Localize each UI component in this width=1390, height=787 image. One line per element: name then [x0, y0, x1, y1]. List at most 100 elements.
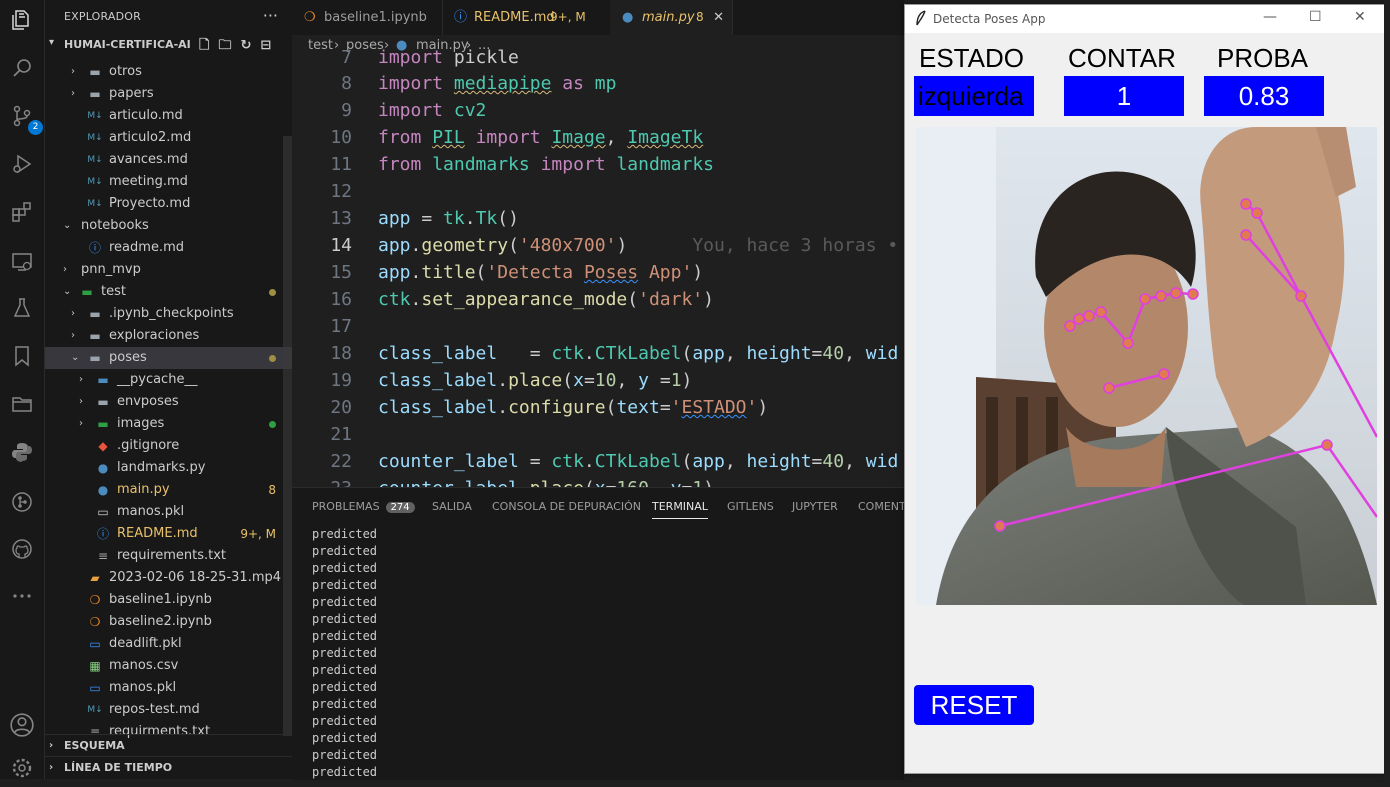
github-icon[interactable] — [8, 537, 36, 565]
tree-file[interactable]: M↓ Proyecto.md — [45, 193, 292, 215]
file-icon: ▭ — [89, 637, 101, 651]
window-titlebar[interactable]: Detecta Poses App — ☐ ✕ — [905, 5, 1385, 33]
folder-icon[interactable] — [8, 392, 36, 420]
tab-readme[interactable]: ⓘ README.md 9+, M — [442, 0, 611, 35]
tab-terminal[interactable]: TERMINAL — [652, 500, 708, 519]
extensions-icon[interactable] — [8, 200, 36, 228]
tree-file[interactable]: ▭ manos.pkl — [45, 501, 292, 523]
python-folder-icon: ▬ — [97, 373, 109, 387]
video-file-icon: ▰ — [90, 571, 100, 585]
contar-header: CONTAR — [1068, 43, 1176, 73]
code-editor[interactable]: 7 import pickle 8 import mediapipe as mp 9… — [292, 47, 904, 487]
remote-explorer-icon[interactable] — [8, 250, 36, 278]
tree-file[interactable]: ❍ baseline1.ipynb — [45, 589, 292, 611]
tree-file[interactable]: M↓ articulo.md — [45, 105, 292, 127]
minimize-icon[interactable]: — — [1263, 9, 1277, 25]
refresh-icon[interactable]: ↻ — [240, 38, 260, 53]
close-icon[interactable]: ✕ — [1354, 9, 1366, 25]
tab-output[interactable]: SALIDA — [432, 500, 472, 513]
tree-item-label: readme.md — [109, 240, 184, 255]
chevron-right-icon: › — [79, 396, 83, 407]
tree-folder[interactable]: › pnn_mvp — [45, 259, 292, 281]
estado-value: izquierda — [914, 76, 1034, 116]
explorer-more-button[interactable]: ··· — [263, 6, 278, 25]
git-icon: ◆ — [98, 439, 108, 453]
tab-gitlens[interactable]: GITLENS — [727, 500, 774, 513]
maximize-icon[interactable]: ☐ — [1309, 9, 1322, 25]
reset-button[interactable]: RESET — [914, 685, 1034, 725]
tab-problems[interactable]: PROBLEMAS 274 — [312, 500, 415, 513]
code-line: 7 import pickle — [341, 47, 519, 68]
tree-file[interactable]: ▭ deadlift.pkl — [45, 633, 292, 655]
tab-jupyter[interactable]: JUPYTER — [792, 500, 838, 513]
tree-file[interactable]: ● landmarks.py — [45, 457, 292, 479]
tree-file[interactable]: ⓘ README.md 9+, M — [45, 523, 292, 545]
tab-baseline1[interactable]: ❍ baseline1.ipynb — [292, 0, 443, 35]
tree-folder[interactable]: › ▬ .ipynb_checkpoints — [45, 303, 292, 325]
terminal-line: predicted — [312, 731, 378, 745]
tree-item-label: baseline1.ipynb — [109, 592, 212, 607]
code-line: 17 — [330, 316, 352, 337]
explorer-icon[interactable] — [8, 8, 36, 36]
explorer-toolbar: 🗋🗀↻⊟ — [199, 36, 280, 58]
tree-file[interactable]: M↓ meeting.md — [45, 171, 292, 193]
tree-file[interactable]: M↓ articulo2.md — [45, 127, 292, 149]
python-icon[interactable] — [8, 440, 36, 468]
tree-folder[interactable]: › ▬ images — [45, 413, 292, 435]
webcam-frame — [916, 127, 1377, 605]
chevron-right-icon: › — [49, 762, 54, 773]
tree-folder[interactable]: ⌄ ▬ poses — [45, 347, 292, 369]
tab-main-py[interactable]: ● main.py 8 ✕ — [610, 0, 733, 35]
tree-folder[interactable]: › ▬ otros — [45, 61, 292, 83]
tree-folder[interactable]: › ▬ envposes — [45, 391, 292, 413]
more-icon[interactable] — [8, 584, 36, 612]
tree-item-label: otros — [109, 64, 142, 79]
run-debug-icon[interactable] — [8, 152, 36, 180]
tree-folder[interactable]: ⌄ ▬ test — [45, 281, 292, 303]
markdown-icon: M↓ — [87, 111, 103, 121]
new-file-icon[interactable]: 🗋 — [199, 38, 218, 53]
tree-file[interactable]: ❍ baseline2.ipynb — [45, 611, 292, 633]
terminal-line: predicted — [312, 544, 378, 558]
tree-file[interactable]: ⓘ readme.md — [45, 237, 292, 259]
tree-file[interactable]: ◆ .gitignore — [45, 435, 292, 457]
new-folder-icon[interactable]: 🗀 — [218, 38, 240, 53]
csv-icon: ▦ — [89, 659, 101, 673]
tree-file[interactable]: ● main.py 8 — [45, 479, 292, 501]
terminal-line: predicted — [312, 765, 378, 779]
tree-folder[interactable]: › ▬ papers — [45, 83, 292, 105]
terminal-line: predicted — [312, 697, 378, 711]
timeline-label: LÍNEA DE TIEMPO — [64, 761, 173, 774]
account-icon[interactable] — [8, 712, 36, 740]
tree-file[interactable]: ▦ manos.csv — [45, 655, 292, 677]
collapse-all-icon[interactable]: ⊟ — [260, 38, 280, 53]
feather-icon — [915, 10, 927, 30]
sidebar-scrollbar[interactable] — [283, 136, 292, 736]
tree-file[interactable]: ≡ requirements.txt — [45, 545, 292, 567]
tree-folder[interactable]: › ▬ __pycache__ — [45, 369, 292, 391]
tree-item-label: envposes — [117, 394, 179, 409]
tree-folder[interactable]: ⌄ notebooks — [45, 215, 292, 237]
settings-gear-icon[interactable] — [8, 756, 36, 784]
code-line-current: 14 app.geometry('480x700') You, hace 3 ho… — [330, 235, 899, 256]
tree-file[interactable]: M↓ avances.md — [45, 149, 292, 171]
bookmarks-icon[interactable] — [8, 344, 36, 372]
source-control-icon[interactable]: 2 — [8, 104, 43, 135]
outline-section[interactable]: › ESQUEMA — [45, 734, 292, 757]
testing-icon[interactable] — [8, 296, 36, 324]
tree-folder[interactable]: › ▬ exploraciones — [45, 325, 292, 347]
tree-item-label: requirements.txt — [117, 548, 227, 563]
markdown-icon: M↓ — [87, 177, 103, 187]
tab-debug-console[interactable]: CONSOLA DE DEPURACIÓN — [492, 500, 641, 513]
close-icon[interactable]: ✕ — [713, 0, 724, 35]
tk-app-window: Detecta Poses App — ☐ ✕ ESTADO CONTAR PR… — [904, 4, 1386, 774]
tree-file[interactable]: M↓ repos-test.md — [45, 699, 292, 721]
tree-file[interactable]: ▭ manos.pkl — [45, 677, 292, 699]
timeline-section[interactable]: › LÍNEA DE TIEMPO — [45, 756, 292, 779]
workspace-root[interactable]: ▾ HUMAI-CERTIFICA-AI 🗋🗀↻⊟ — [45, 34, 292, 56]
tree-item-label: manos.pkl — [109, 680, 177, 695]
search-icon[interactable] — [8, 56, 36, 84]
gitlens-icon[interactable] — [8, 490, 36, 518]
folder-icon: ▬ — [89, 307, 101, 321]
tree-file[interactable]: ▰ 2023-02-06 18-25-31.mp4 — [45, 567, 292, 589]
